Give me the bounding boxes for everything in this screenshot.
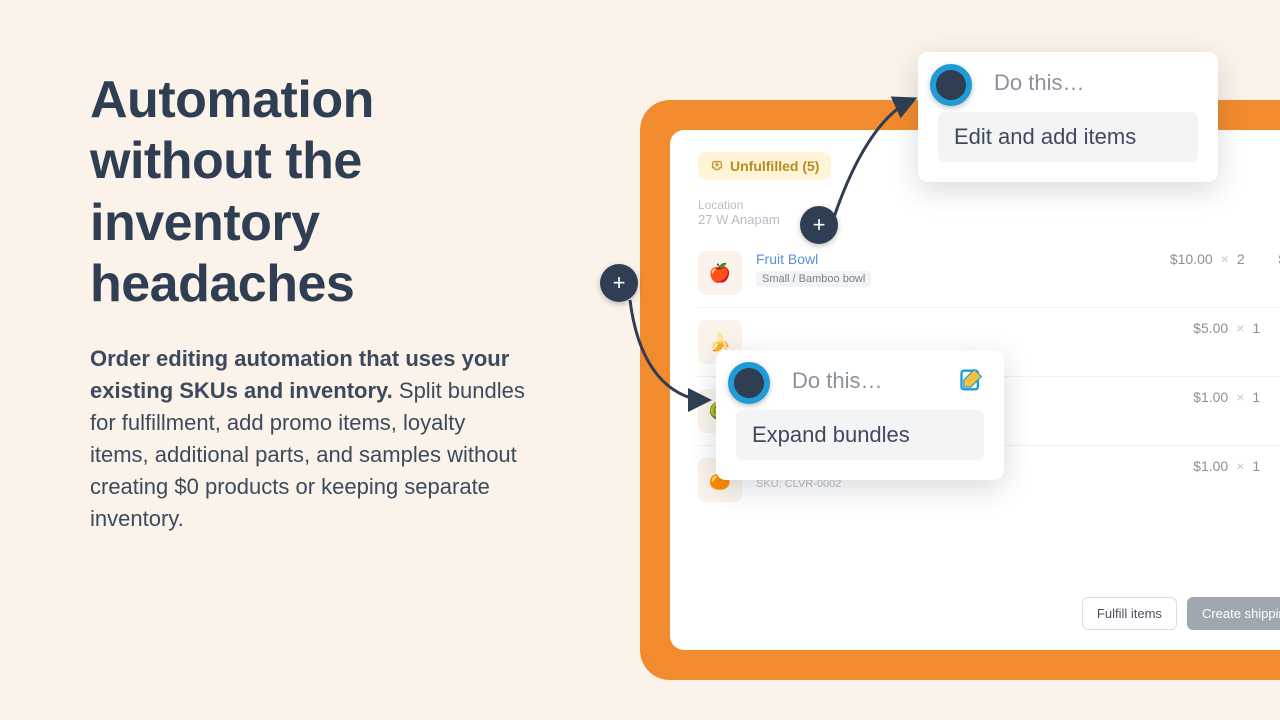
automation-trigger-node[interactable]: + bbox=[600, 264, 638, 302]
product-thumbnail: 🍎 bbox=[698, 251, 742, 295]
item-name[interactable]: Fruit Bowl bbox=[756, 251, 1156, 267]
edit-note-icon bbox=[958, 366, 986, 394]
status-badge-unfulfilled: Unfulfilled (5) bbox=[698, 152, 831, 180]
headline: Automation without the inventory headach… bbox=[90, 70, 530, 315]
marketing-copy: Automation without the inventory headach… bbox=[90, 70, 530, 535]
location-value: 27 W Anapam bbox=[698, 212, 1280, 227]
inbox-icon bbox=[710, 159, 724, 173]
automation-trigger-node[interactable]: + bbox=[800, 206, 838, 244]
create-shipping-button[interactable]: Create shipping bbox=[1187, 597, 1280, 630]
popover-title: Do this… bbox=[994, 70, 1198, 96]
fulfill-items-button[interactable]: Fulfill items bbox=[1082, 597, 1177, 630]
location-label: Location bbox=[698, 198, 1280, 212]
item-pricing: $10.00 × 2 $20 bbox=[1170, 251, 1280, 267]
location-block: Location 27 W Anapam bbox=[698, 198, 1280, 227]
action-edit-add-items[interactable]: Edit and add items bbox=[938, 112, 1198, 162]
item-pricing: $5.00 × 1 $ bbox=[1193, 320, 1280, 336]
item-pricing: $1.00 × 1 $ bbox=[1193, 389, 1280, 405]
item-variant: Small / Bamboo bowl bbox=[756, 271, 871, 287]
target-node-icon bbox=[728, 362, 770, 404]
status-badge-label: Unfulfilled (5) bbox=[730, 158, 819, 174]
item-pricing: $1.00 × 1 $ bbox=[1193, 458, 1280, 474]
line-item[interactable]: 🍎 Fruit Bowl Small / Bamboo bowl $10.00 … bbox=[698, 247, 1280, 307]
card-actions: Fulfill items Create shipping bbox=[1082, 597, 1280, 630]
action-popover-expand: Do this… Expand bundles bbox=[716, 350, 1004, 480]
popover-title: Do this… bbox=[792, 368, 882, 394]
subtext: Order editing automation that uses your … bbox=[90, 343, 530, 534]
target-node-icon bbox=[930, 64, 972, 106]
action-expand-bundles[interactable]: Expand bundles bbox=[736, 410, 984, 460]
action-popover-edit: Do this… Edit and add items bbox=[918, 52, 1218, 182]
